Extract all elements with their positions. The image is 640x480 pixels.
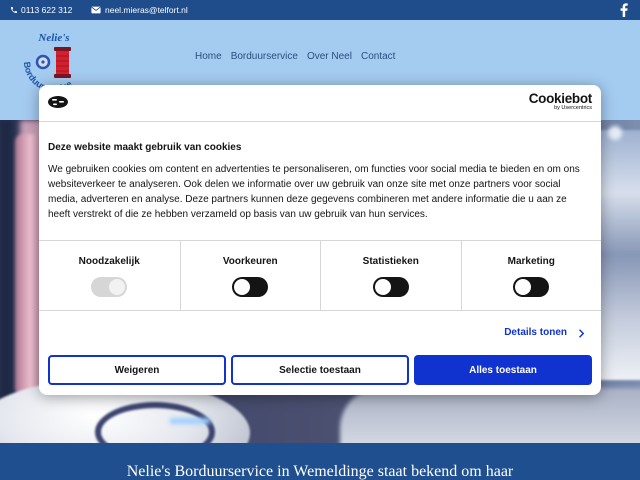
category-label: Voorkeuren: [222, 256, 278, 267]
main-nav: Home Borduurservice Over Neel Contact: [195, 51, 395, 63]
category-label: Marketing: [507, 256, 555, 267]
toggle-knob: [109, 279, 126, 295]
toggle-knob: [234, 279, 251, 295]
mail-icon: [91, 6, 105, 14]
decline-button[interactable]: Weigeren: [48, 355, 226, 385]
cookiebot-logo[interactable]: Cookiebot by Usercentrics: [528, 91, 593, 112]
email-link[interactable]: neel.mieras@telfort.nl: [91, 0, 188, 20]
details-label: Details tonen: [504, 327, 567, 338]
phone-link[interactable]: 0113 622 312: [10, 0, 72, 20]
hero-table-right: [340, 388, 640, 443]
site-logo[interactable]: Nelie's Borduurservice: [18, 26, 90, 94]
facebook-icon[interactable]: [620, 0, 629, 20]
bobbin-icon: [35, 54, 51, 70]
dialog-buttons: Weigeren Selectie toestaan Alles toestaa…: [48, 355, 592, 385]
page: 0113 622 312 neel.mieras@telfort.nl Neli…: [0, 0, 640, 480]
intro-heading: Nelie's Borduurservice in Wemeldinge sta…: [126, 463, 514, 480]
hero-right-metal: [598, 130, 640, 380]
thread-spool-icon: [54, 47, 71, 78]
dialog-title: Deze website maakt gebruik van cookies: [48, 142, 242, 153]
chevron-right-icon: [578, 328, 584, 338]
category-label: Noodzakelijk: [78, 256, 140, 267]
phone-icon: [10, 6, 21, 14]
category-statistics: Statistieken: [320, 241, 461, 310]
toggle-marketing[interactable]: [513, 277, 550, 297]
nav-over-neel[interactable]: Over Neel: [307, 51, 352, 63]
email-address: neel.mieras@telfort.nl: [105, 5, 188, 15]
body-line: websiteverkeer te analyseren. Ook delen …: [48, 179, 561, 190]
category-label: Statistieken: [362, 256, 419, 267]
toggle-preferences[interactable]: [232, 277, 269, 297]
body-line: heeft verstrekt of die ze hebben verzame…: [48, 209, 428, 220]
dialog-body: We gebruiken cookies om content en adver…: [48, 162, 592, 222]
hero-led: [170, 418, 210, 424]
consent-categories: Noodzakelijk Voorkeuren Statistieken Mar…: [39, 240, 601, 311]
brand-name: Cookiebot: [528, 91, 593, 106]
dialog-header: Cookiebot by Usercentrics: [39, 85, 601, 122]
toggle-statistics[interactable]: [372, 277, 409, 297]
category-preferences: Voorkeuren: [179, 241, 321, 310]
category-marketing: Marketing: [460, 241, 602, 310]
cookie-consent-dialog: Cookiebot by Usercentrics Deze website m…: [39, 85, 601, 395]
phone-number: 0113 622 312: [21, 5, 73, 15]
nav-home[interactable]: Home: [195, 51, 222, 63]
details-link[interactable]: Details tonen: [504, 327, 584, 339]
toggle-knob: [374, 279, 391, 295]
toggle-knob: [515, 279, 532, 295]
body-line: We gebruiken cookies om content en adver…: [48, 164, 580, 175]
nav-contact[interactable]: Contact: [361, 51, 395, 63]
nav-borduurservice[interactable]: Borduurservice: [231, 51, 298, 63]
brand-sub: by Usercentrics: [554, 105, 592, 111]
category-necessary: Noodzakelijk: [39, 241, 180, 310]
top-bar: 0113 622 312 neel.mieras@telfort.nl: [0, 0, 640, 20]
intro-band: Nelie's Borduurservice in Wemeldinge sta…: [0, 443, 640, 480]
cookie-icon: [47, 95, 69, 109]
allow-selection-button[interactable]: Selectie toestaan: [231, 355, 409, 385]
toggle-necessary: [91, 277, 128, 297]
allow-all-button[interactable]: Alles toestaan: [414, 355, 592, 385]
body-line: media, adverteren en analyse. Deze partn…: [48, 194, 567, 205]
logo-top-text: Nelie's: [37, 32, 69, 44]
hero-bokeh: [608, 126, 622, 140]
